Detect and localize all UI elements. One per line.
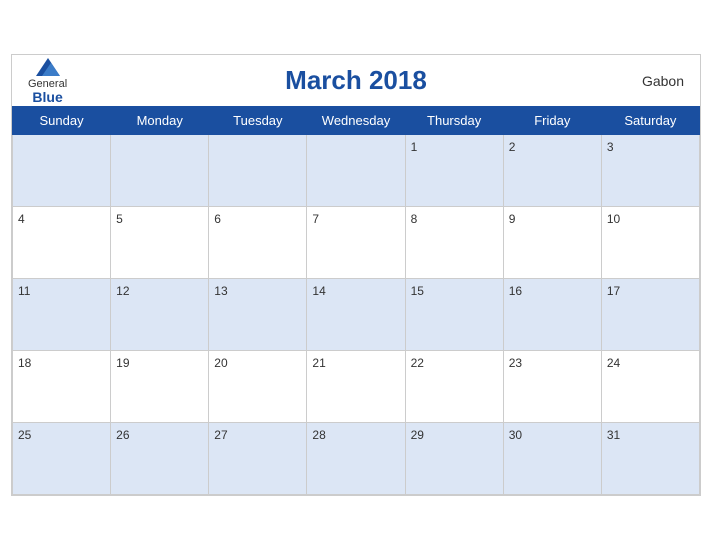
calendar-container: General Blue March 2018 Gabon SundayMond… xyxy=(11,54,701,496)
calendar-cell: 18 xyxy=(13,351,111,423)
calendar-cell: 13 xyxy=(209,279,307,351)
day-number: 13 xyxy=(214,284,227,298)
calendar-cell: 17 xyxy=(601,279,699,351)
calendar-cell: 23 xyxy=(503,351,601,423)
day-number: 30 xyxy=(509,428,522,442)
day-number: 31 xyxy=(607,428,620,442)
day-number: 29 xyxy=(411,428,424,442)
weekday-header-thursday: Thursday xyxy=(405,107,503,135)
day-number: 16 xyxy=(509,284,522,298)
day-number: 1 xyxy=(411,140,418,154)
calendar-cell: 11 xyxy=(13,279,111,351)
day-number: 8 xyxy=(411,212,418,226)
weekday-header-wednesday: Wednesday xyxy=(307,107,405,135)
calendar-cell: 3 xyxy=(601,135,699,207)
week-row-4: 18 19 20 21 22 23 24 xyxy=(13,351,700,423)
calendar-cell: 15 xyxy=(405,279,503,351)
calendar-cell: 7 xyxy=(307,207,405,279)
week-row-1: 1 2 3 xyxy=(13,135,700,207)
weekday-header-tuesday: Tuesday xyxy=(209,107,307,135)
weekday-header-saturday: Saturday xyxy=(601,107,699,135)
day-number: 27 xyxy=(214,428,227,442)
calendar-cell: 4 xyxy=(13,207,111,279)
day-number: 12 xyxy=(116,284,129,298)
calendar-cell: 5 xyxy=(111,207,209,279)
day-number: 10 xyxy=(607,212,620,226)
day-number: 5 xyxy=(116,212,123,226)
calendar-cell: 24 xyxy=(601,351,699,423)
month-title: March 2018 xyxy=(285,65,427,96)
weekday-header-row: SundayMondayTuesdayWednesdayThursdayFrid… xyxy=(13,107,700,135)
calendar-cell: 29 xyxy=(405,423,503,495)
day-number: 20 xyxy=(214,356,227,370)
calendar-cell: 19 xyxy=(111,351,209,423)
calendar-cell: 6 xyxy=(209,207,307,279)
calendar-cell xyxy=(111,135,209,207)
day-number: 23 xyxy=(509,356,522,370)
weekday-header-sunday: Sunday xyxy=(13,107,111,135)
calendar-cell: 2 xyxy=(503,135,601,207)
day-number: 22 xyxy=(411,356,424,370)
calendar-cell xyxy=(209,135,307,207)
calendar-cell xyxy=(307,135,405,207)
calendar-cell: 30 xyxy=(503,423,601,495)
calendar-grid: SundayMondayTuesdayWednesdayThursdayFrid… xyxy=(12,106,700,495)
day-number: 28 xyxy=(312,428,325,442)
day-number: 15 xyxy=(411,284,424,298)
day-number: 24 xyxy=(607,356,620,370)
week-row-2: 4 5 6 7 8 9 10 xyxy=(13,207,700,279)
calendar-cell: 28 xyxy=(307,423,405,495)
day-number: 17 xyxy=(607,284,620,298)
calendar-cell: 8 xyxy=(405,207,503,279)
calendar-cell: 25 xyxy=(13,423,111,495)
calendar-cell: 31 xyxy=(601,423,699,495)
day-number: 6 xyxy=(214,212,221,226)
logo-blue: Blue xyxy=(32,90,62,104)
day-number: 11 xyxy=(18,284,30,298)
logo-area: General Blue xyxy=(28,58,67,104)
calendar-cell: 20 xyxy=(209,351,307,423)
weekday-header-friday: Friday xyxy=(503,107,601,135)
day-number: 25 xyxy=(18,428,31,442)
calendar-cell: 27 xyxy=(209,423,307,495)
calendar-cell: 26 xyxy=(111,423,209,495)
calendar-cell: 21 xyxy=(307,351,405,423)
day-number: 2 xyxy=(509,140,516,154)
weekday-header-monday: Monday xyxy=(111,107,209,135)
country-label: Gabon xyxy=(642,73,684,89)
day-number: 21 xyxy=(312,356,325,370)
calendar-cell: 10 xyxy=(601,207,699,279)
calendar-cell: 22 xyxy=(405,351,503,423)
day-number: 14 xyxy=(312,284,325,298)
calendar-cell: 1 xyxy=(405,135,503,207)
day-number: 4 xyxy=(18,212,25,226)
calendar-cell xyxy=(13,135,111,207)
calendar-cell: 12 xyxy=(111,279,209,351)
calendar-cell: 16 xyxy=(503,279,601,351)
day-number: 19 xyxy=(116,356,129,370)
week-row-3: 11 12 13 14 15 16 17 xyxy=(13,279,700,351)
calendar-cell: 9 xyxy=(503,207,601,279)
calendar-cell: 14 xyxy=(307,279,405,351)
week-row-5: 25 26 27 28 29 30 31 xyxy=(13,423,700,495)
day-number: 9 xyxy=(509,212,516,226)
day-number: 3 xyxy=(607,140,614,154)
day-number: 26 xyxy=(116,428,129,442)
day-number: 18 xyxy=(18,356,31,370)
day-number: 7 xyxy=(312,212,319,226)
logo-icon xyxy=(36,58,60,76)
calendar-header: General Blue March 2018 Gabon xyxy=(12,55,700,106)
